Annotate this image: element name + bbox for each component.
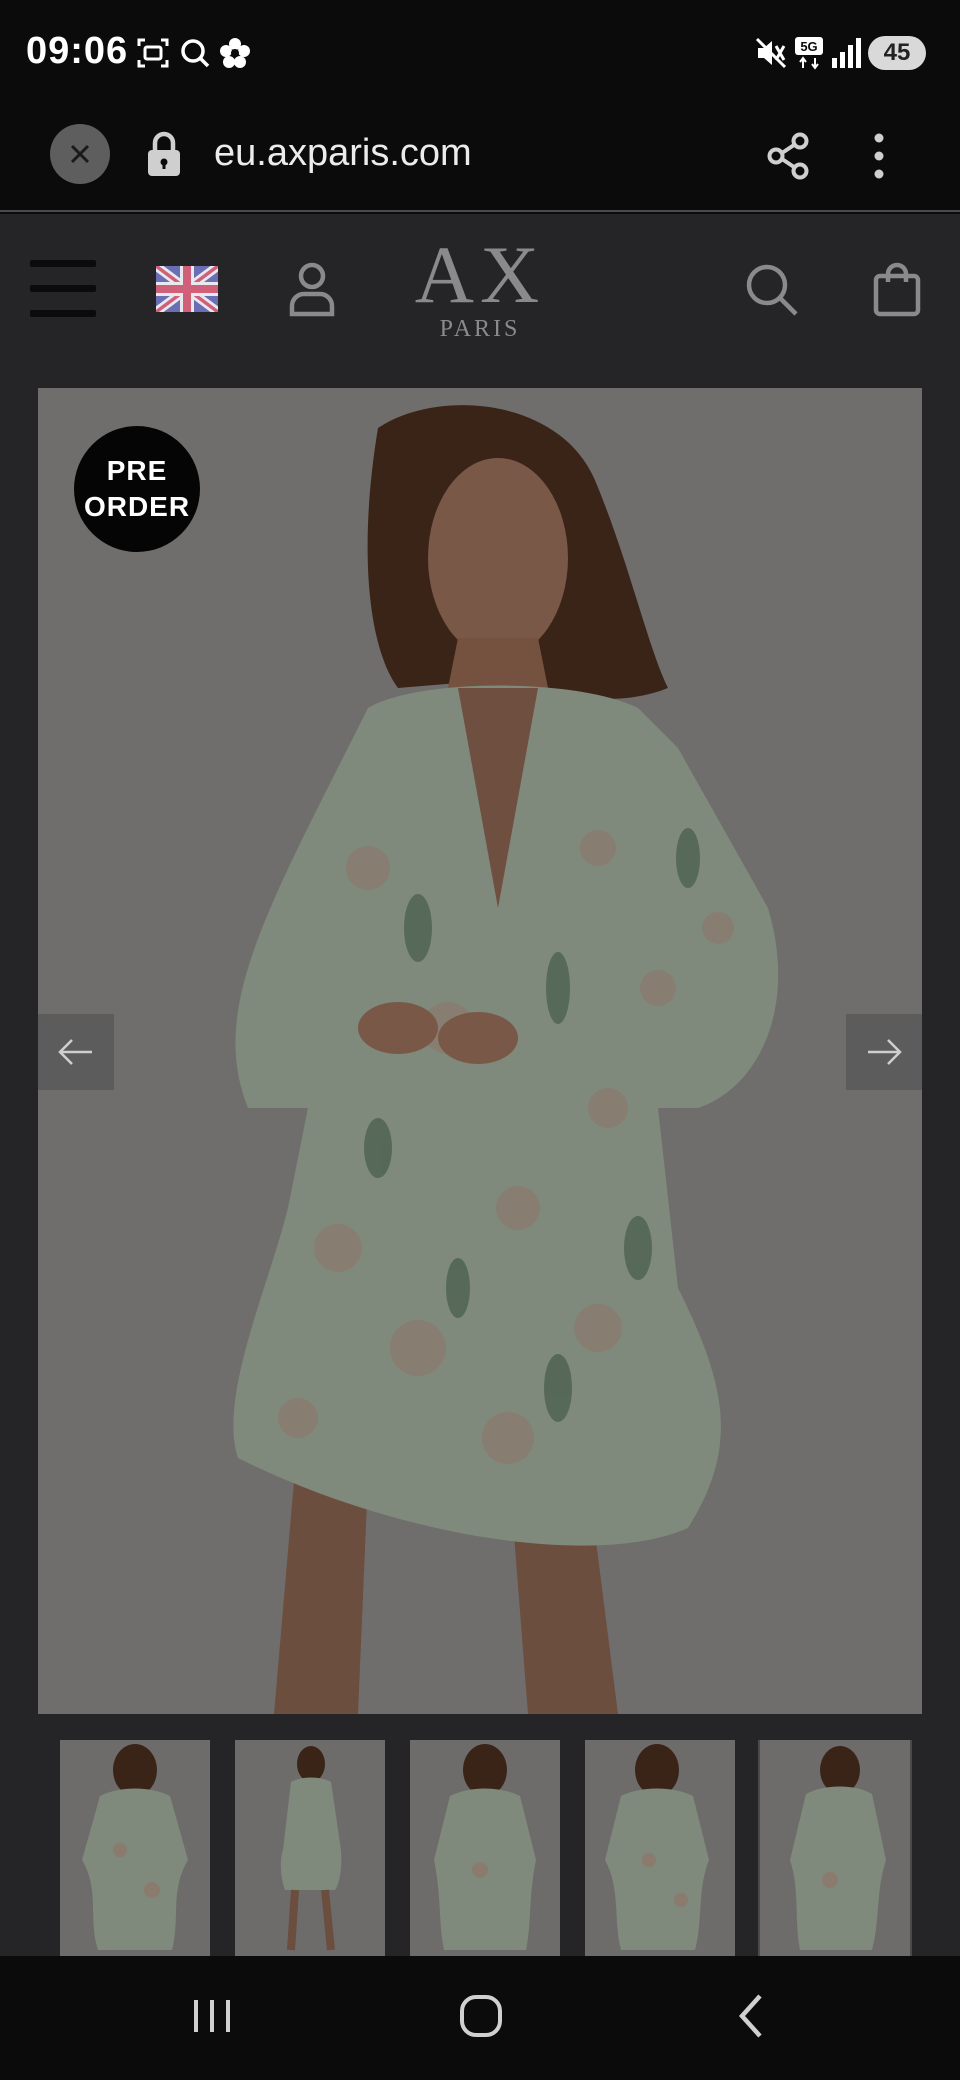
thumbnail-4[interactable]: [585, 1740, 735, 1956]
home-icon[interactable]: [458, 1992, 504, 2040]
battery-indicator: 45: [868, 36, 926, 70]
recent-apps-icon[interactable]: [190, 1992, 234, 2040]
status-bar: 09:06 5G 45: [0, 0, 960, 108]
close-tab-button[interactable]: [50, 124, 110, 184]
arrow-left-icon: [58, 1039, 92, 1065]
thumbnail-strip: [60, 1740, 920, 1956]
screenshot-icon: [137, 38, 169, 68]
account-icon[interactable]: [286, 260, 338, 318]
close-icon: [70, 144, 90, 164]
logo-subtitle: PARIS: [439, 316, 521, 342]
model-photo: [38, 388, 922, 1714]
signal-icon: [832, 38, 861, 68]
share-icon[interactable]: [766, 132, 812, 180]
previous-image-button[interactable]: [38, 1014, 114, 1090]
site-header: AX PARIS: [0, 214, 960, 372]
browser-toolbar: eu.axparis.com: [0, 108, 960, 212]
product-main-image[interactable]: PRE ORDER: [38, 388, 922, 1714]
arrow-right-icon: [868, 1039, 902, 1065]
menu-icon[interactable]: [30, 260, 96, 317]
thumbnail-1[interactable]: [60, 1740, 210, 1956]
thumbnail-5[interactable]: [758, 1740, 912, 1956]
more-vert-icon[interactable]: [864, 132, 894, 180]
svg-text:5G: 5G: [800, 39, 817, 54]
next-image-button[interactable]: [846, 1014, 922, 1090]
bag-icon[interactable]: [872, 262, 922, 318]
product-gallery: PRE ORDER: [0, 372, 960, 1956]
uk-flag-icon[interactable]: [156, 266, 218, 312]
system-nav-bar: [0, 1956, 960, 2080]
thumbnail-2[interactable]: [235, 1740, 385, 1956]
search-icon: [181, 39, 210, 68]
badge-line-2: ORDER: [83, 491, 191, 522]
search-icon[interactable]: [744, 262, 800, 318]
mute-icon: [755, 37, 787, 69]
clock: 09:06: [26, 30, 129, 72]
flower-icon: [220, 38, 250, 68]
lock-icon[interactable]: [146, 130, 182, 178]
pre-order-badge: PRE ORDER: [74, 426, 200, 552]
badge-line-1: PRE: [106, 455, 168, 486]
address-bar[interactable]: eu.axparis.com: [214, 132, 472, 175]
5g-icon: 5G: [795, 37, 823, 70]
back-icon[interactable]: [734, 1992, 768, 2040]
logo-wordmark: AX: [414, 229, 546, 320]
thumbnail-3[interactable]: [410, 1740, 560, 1956]
site-logo[interactable]: AX PARIS: [380, 229, 580, 343]
